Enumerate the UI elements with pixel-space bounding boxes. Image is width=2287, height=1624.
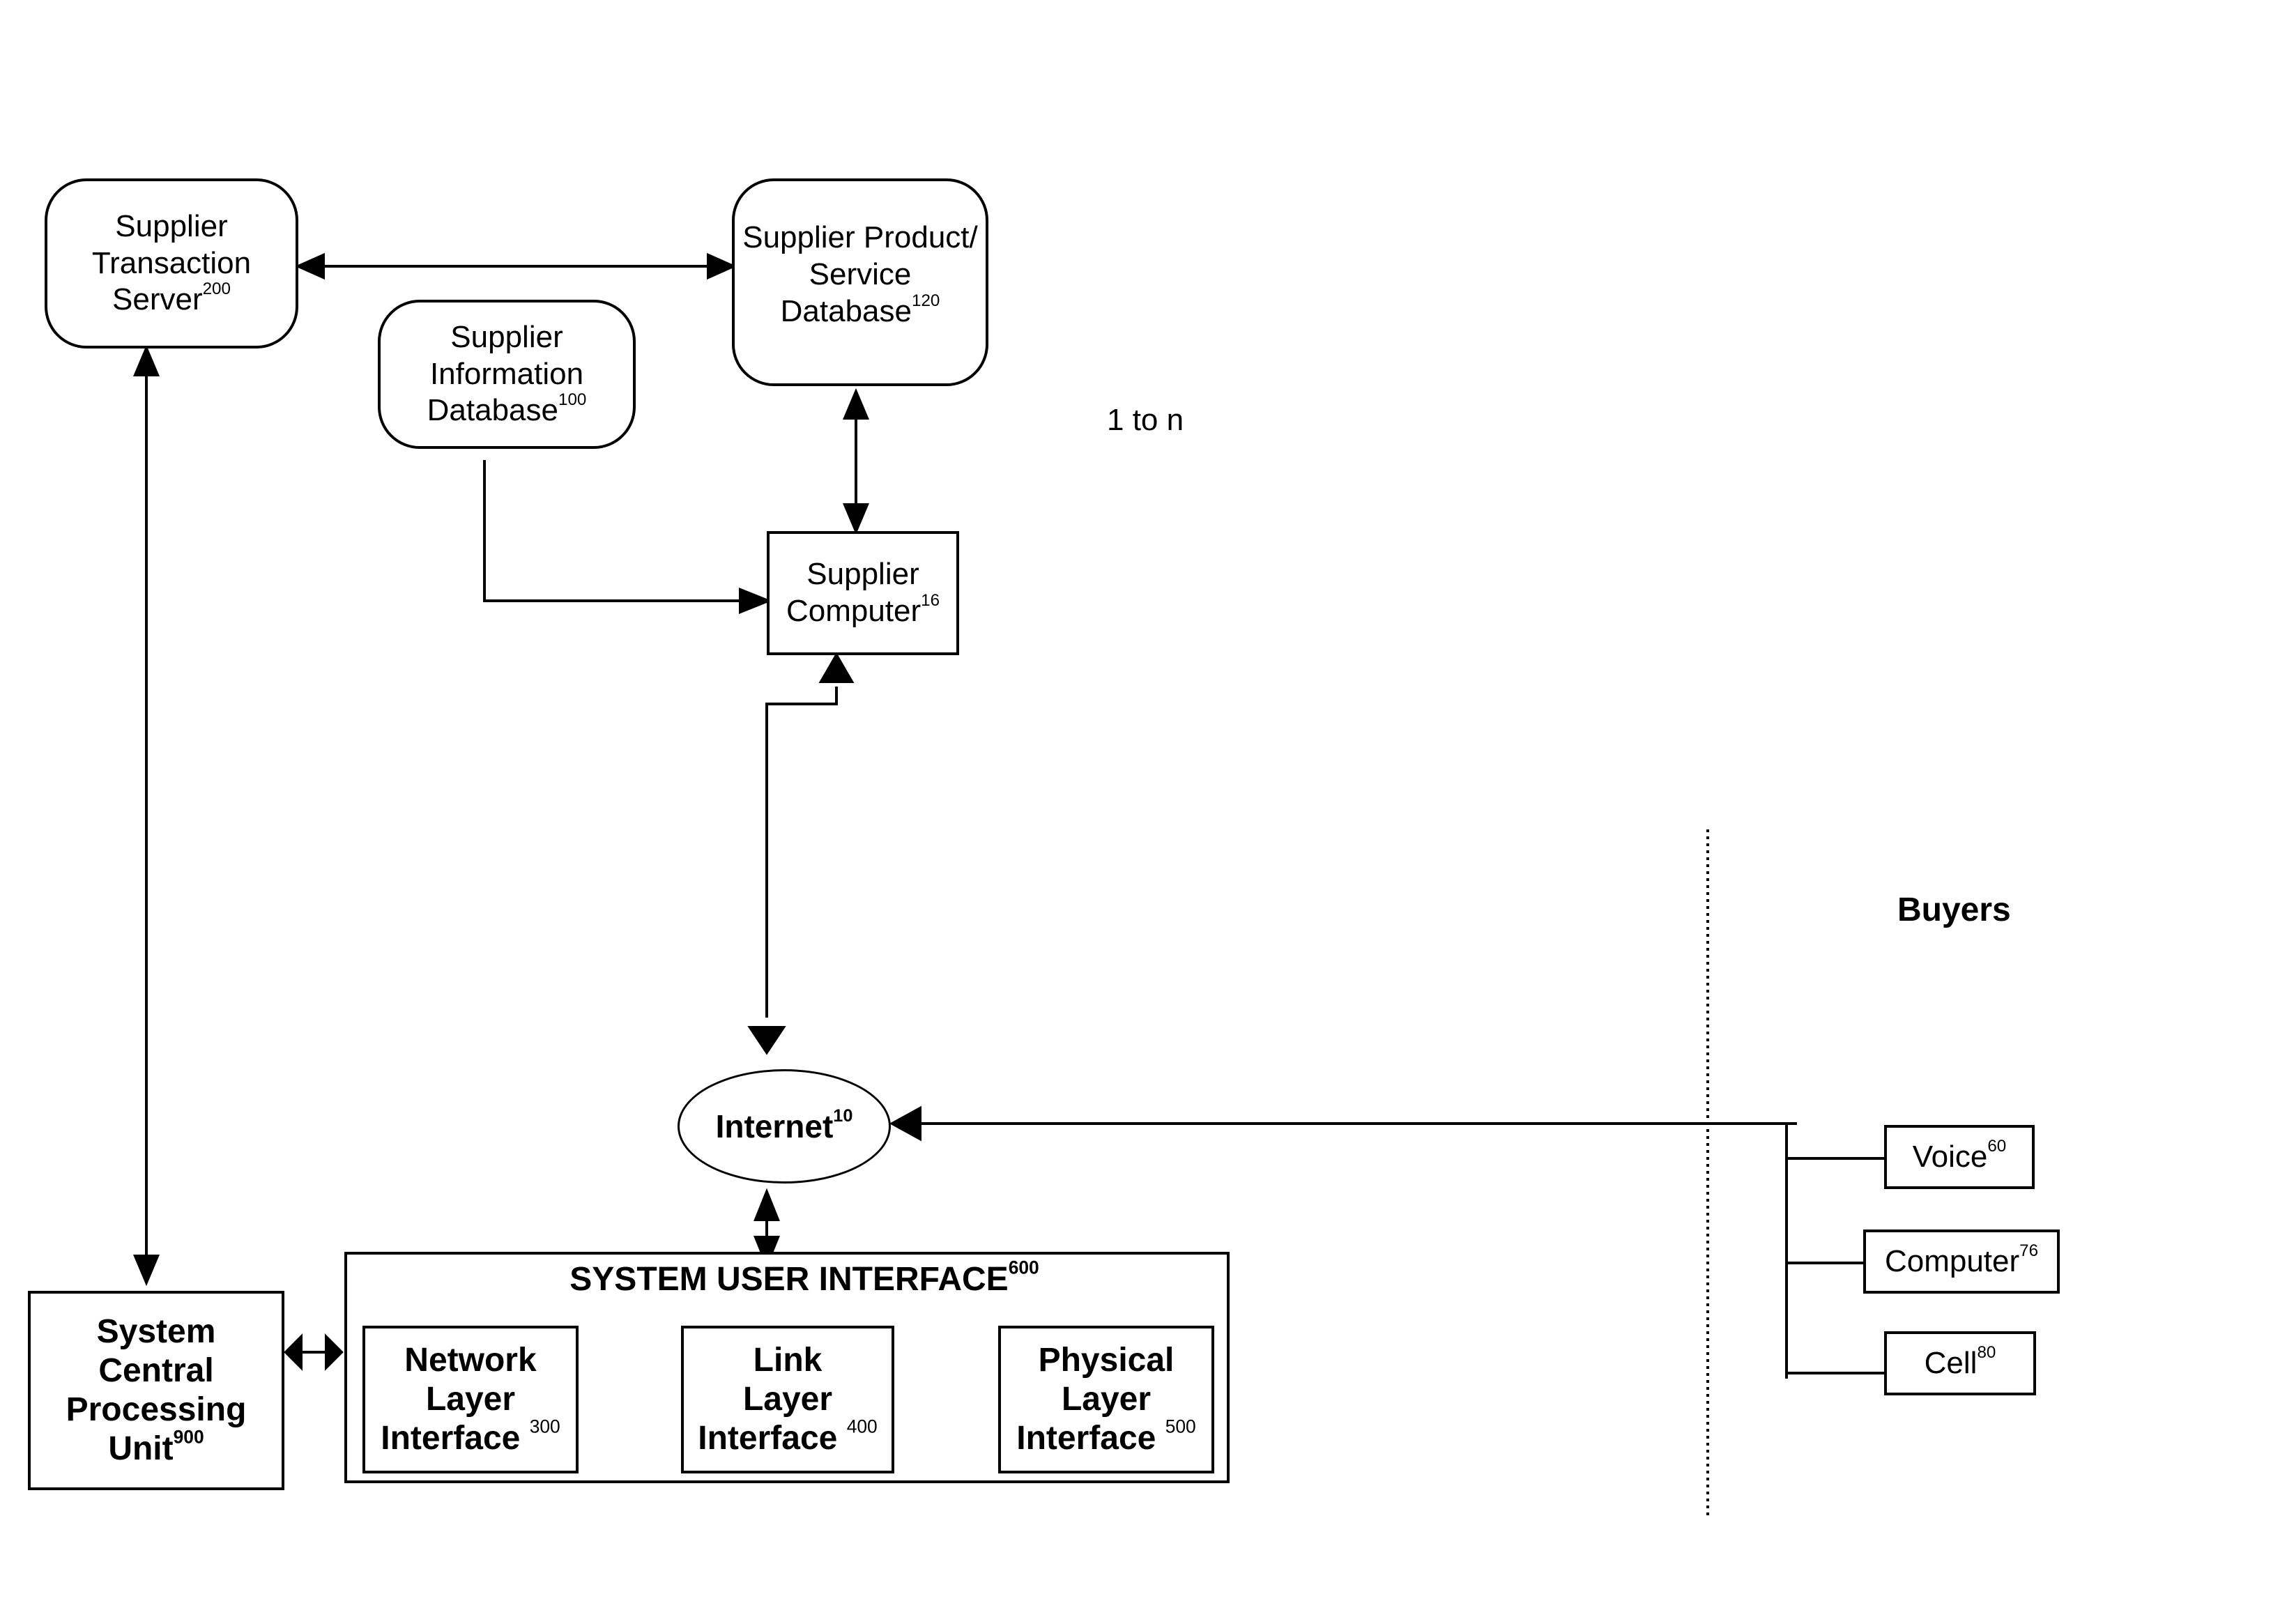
supplier-information-database[interactable]: Supplier Information Database100 [378,300,636,449]
arrow-infodb-computer [483,460,739,602]
buyer-cell[interactable]: Cell80 [1884,1331,2036,1395]
supplier-transaction-server[interactable]: Supplier Transaction Server200 [45,178,298,348]
sui-title: SYSTEM USER INTERFACE600 [569,1257,1039,1298]
internet-node[interactable]: Internet10 [678,1069,891,1183]
physical-layer-interface[interactable]: Physical Layer Interface 500 [998,1326,1214,1473]
buyer-voice[interactable]: Voice60 [1884,1125,2035,1189]
buyer-computer[interactable]: Computer76 [1863,1230,2060,1294]
arrow-computer-internet [765,687,838,1018]
arrowhead-right [707,252,737,280]
system-central-processing-unit[interactable]: System Central Processing Unit900 [28,1291,284,1490]
arrowhead-left [295,252,325,280]
link-layer-interface[interactable]: Link Layer Interface 400 [681,1326,894,1473]
network-layer-interface[interactable]: Network Layer Interface 300 [362,1326,579,1473]
supplier-computer[interactable]: Supplier Computer16 [767,531,959,655]
multiplicity-label: 1 to n [1107,403,1184,437]
supplier-product-service-database[interactable]: Supplier Product/Service Database120 [732,178,988,386]
buyers-label: Buyers [1897,891,2011,928]
